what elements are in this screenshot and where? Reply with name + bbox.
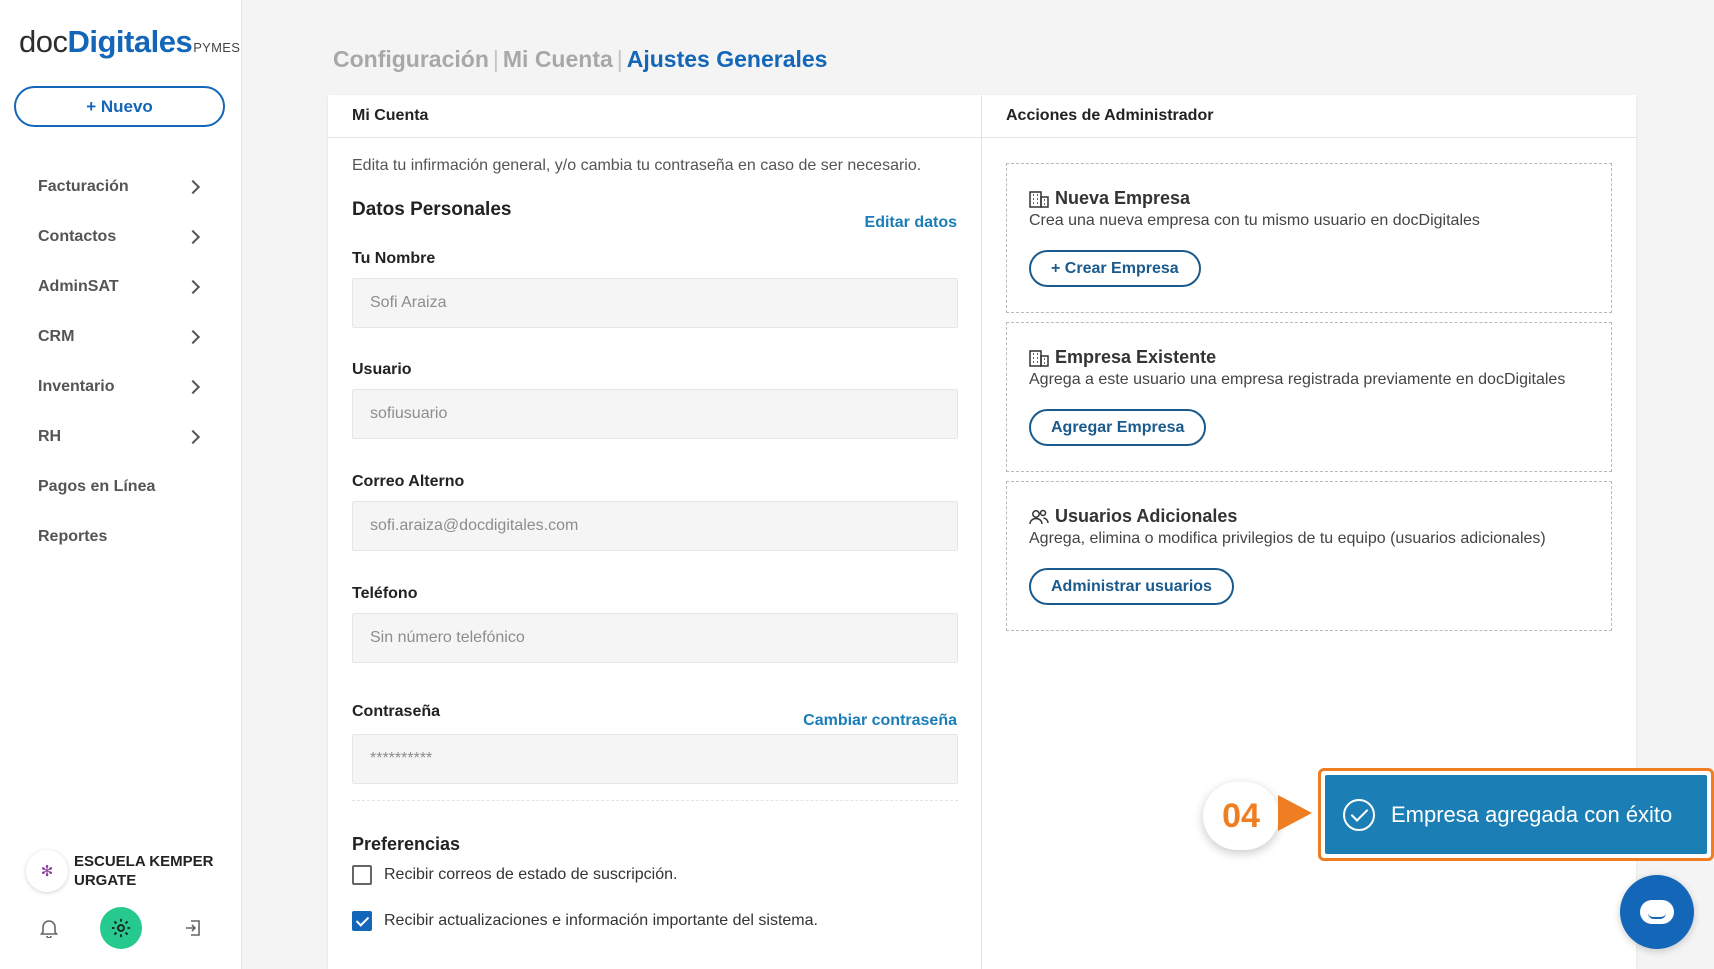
name-label: Tu Nombre [352, 250, 436, 267]
box-title-text: Empresa Existente [1055, 347, 1217, 367]
gear-icon[interactable] [100, 907, 142, 949]
sidebar-nav: Facturación Contactos AdminSAT CRM Inven… [0, 162, 242, 562]
user-field[interactable]: sofiusuario [352, 389, 958, 439]
bell-icon[interactable] [36, 915, 62, 941]
users-icon [1029, 508, 1049, 526]
existing-company-box: Empresa Existente Agrega a este usuario … [1006, 322, 1612, 472]
sidebar-item-crm[interactable]: CRM [0, 312, 242, 362]
password-field[interactable]: ********** [352, 734, 958, 784]
sidebar-item-adminsat[interactable]: AdminSAT [0, 262, 242, 312]
chat-support-button[interactable] [1620, 875, 1694, 949]
breadcrumb: Configuración | Mi Cuenta | Ajustes Generale… [333, 46, 827, 73]
breadcrumb-item-configuracion[interactable]: Configuración [333, 46, 489, 72]
chevron-right-icon [185, 179, 201, 195]
pref-label: Recibir actualizaciones e información im… [384, 912, 818, 929]
checkbox-checked[interactable] [352, 911, 372, 931]
chevron-right-icon [185, 229, 201, 245]
checkbox[interactable] [352, 865, 372, 885]
pref-label: Recibir correos de estado de suscripción… [384, 866, 678, 883]
sidebar-item-label: AdminSAT [38, 278, 119, 295]
sidebar-item-rh[interactable]: RH [0, 412, 242, 462]
new-company-description: Crea una nueva empresa con tu mismo usua… [1029, 212, 1480, 229]
sidebar-item-label: Facturación [38, 178, 129, 195]
chevron-right-icon [185, 279, 201, 295]
add-company-button[interactable]: Agregar Empresa [1029, 409, 1207, 446]
sidebar-item-reportes[interactable]: Reportes [0, 512, 242, 562]
step-number-badge: 04 [1203, 782, 1279, 850]
existing-company-title: Empresa Existente [1029, 347, 1216, 368]
brand-logo-part3: PYMES [193, 40, 241, 55]
additional-users-description: Agrega, elimina o modifica privilegios d… [1029, 530, 1546, 547]
chat-icon [1640, 900, 1674, 924]
chevron-right-icon [185, 429, 201, 445]
additional-users-box: Usuarios Adicionales Agrega, elimina o m… [1006, 481, 1612, 631]
sidebar-item-inventario[interactable]: Inventario [0, 362, 242, 412]
success-toast-body: Empresa agregada con éxito [1325, 775, 1707, 854]
phone-label: Teléfono [352, 585, 418, 602]
edit-data-link[interactable]: Editar datos [865, 214, 957, 232]
pref-system-updates[interactable]: Recibir actualizaciones e información im… [352, 911, 818, 931]
breadcrumb-item-ajustes-generales: Ajustes Generales [626, 46, 828, 72]
breadcrumb-separator: | [492, 46, 499, 72]
sidebar-item-label: RH [38, 428, 62, 445]
change-password-link[interactable]: Cambiar contraseña [803, 712, 957, 730]
sidebar-footer-actions [36, 907, 206, 949]
breadcrumb-item-mi-cuenta[interactable]: Mi Cuenta [503, 46, 613, 72]
additional-users-title: Usuarios Adicionales [1029, 506, 1237, 527]
breadcrumb-separator: | [616, 46, 623, 72]
name-field[interactable]: Sofi Araiza [352, 278, 958, 328]
sidebar-item-pagos-en-linea[interactable]: Pagos en Línea [0, 462, 242, 512]
password-label: Contraseña [352, 703, 441, 720]
new-company-box: Nueva Empresa Crea una nueva empresa con… [1006, 163, 1612, 313]
manage-users-button[interactable]: Administrar usuarios [1029, 568, 1234, 605]
create-company-button[interactable]: + Crear Empresa [1029, 250, 1201, 287]
sidebar-item-label: Reportes [38, 528, 108, 545]
preferences-divider [352, 800, 958, 801]
chevron-right-icon [185, 329, 201, 345]
brand-logo-part2: Digitales [67, 24, 193, 59]
success-toast-message: Empresa agregada con éxito [1391, 801, 1673, 827]
step-arrow-icon [1278, 795, 1312, 831]
company-switcher[interactable]: ✻ ESCUELA KEMPER URGATE [26, 850, 234, 892]
sidebar: docDigitalesPYMES + Nuevo Facturación Co… [0, 0, 242, 969]
existing-company-description: Agrega a este usuario una empresa regist… [1029, 371, 1566, 388]
personal-data-title: Datos Personales [352, 199, 512, 220]
box-title-text: Usuarios Adicionales [1055, 506, 1238, 526]
pref-subscription-emails[interactable]: Recibir correos de estado de suscripción… [352, 865, 677, 885]
success-toast[interactable]: Empresa agregada con éxito [1318, 768, 1714, 861]
sidebar-item-label: Inventario [38, 378, 115, 395]
company-name: ESCUELA KEMPER URGATE [74, 853, 214, 889]
email-field[interactable]: sofi.araiza@docdigitales.com [352, 501, 958, 551]
sidebar-item-label: Pagos en Línea [38, 478, 156, 495]
sidebar-item-contactos[interactable]: Contactos [0, 212, 242, 262]
preferences-title: Preferencias [352, 834, 461, 854]
brand-logo-part1: doc [19, 24, 68, 59]
sidebar-item-label: CRM [38, 328, 75, 345]
building-icon [1029, 349, 1049, 367]
phone-field[interactable]: Sin número telefónico [352, 613, 958, 663]
check-circle-icon [1343, 798, 1375, 831]
user-label: Usuario [352, 361, 412, 378]
email-label: Correo Alterno [352, 473, 465, 490]
box-title-text: Nueva Empresa [1055, 188, 1191, 208]
my-account-panel: Mi Cuenta Edita tu infirmación general, … [328, 95, 982, 969]
building-icon [1029, 190, 1049, 208]
account-description: Edita tu infirmación general, y/o cambia… [352, 157, 922, 174]
my-account-header: Mi Cuenta [328, 95, 981, 138]
admin-actions-header: Acciones de Administrador [982, 95, 1636, 138]
sidebar-item-label: Contactos [38, 228, 117, 245]
sidebar-item-facturacion[interactable]: Facturación [0, 162, 242, 212]
chevron-right-icon [185, 379, 201, 395]
brand-logo[interactable]: docDigitalesPYMES [19, 24, 240, 60]
company-logo-icon: ✻ [26, 850, 68, 892]
new-button[interactable]: + Nuevo [14, 86, 225, 127]
new-company-title: Nueva Empresa [1029, 188, 1190, 209]
logout-icon[interactable] [180, 915, 206, 941]
